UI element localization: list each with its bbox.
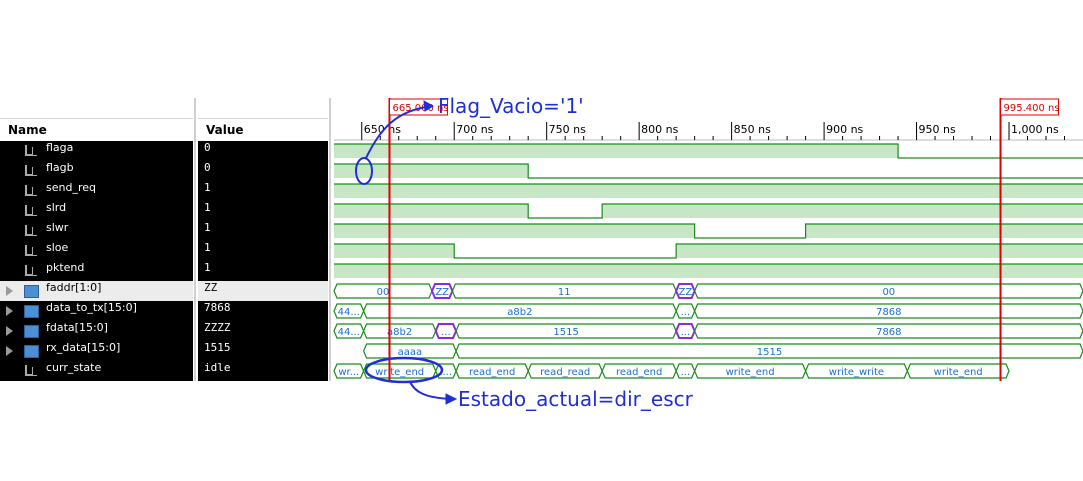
bus-value-label: aaaa: [398, 347, 423, 358]
time-ruler: [334, 118, 1083, 140]
bus-value-label: write_end: [934, 367, 983, 378]
bus-value-label: 44...: [338, 307, 360, 318]
ruler-tick-label: 800 ns: [641, 123, 678, 136]
bus-value-label: write_end: [375, 367, 424, 378]
wave-high-fill: [334, 264, 1083, 278]
bus-value-label: ZZ: [435, 287, 449, 298]
bus-value-label: write_end: [726, 367, 775, 378]
bus-value-label: ZZ: [679, 287, 693, 298]
bus-value-label: read_end: [616, 367, 662, 378]
arrow-head-icon: [445, 393, 458, 405]
bus-value-label: ...: [441, 327, 451, 338]
bus-value-label: write_write: [829, 367, 884, 378]
annotation-estado-actual: Estado_actual=dir_escr: [458, 387, 693, 411]
wave-high-fill: [334, 244, 455, 258]
bus-value-label: 44...: [338, 327, 360, 338]
bus-value-label: read_read: [540, 367, 590, 378]
wave-high-fill: [334, 144, 899, 158]
bus-value-label: 00: [377, 287, 390, 298]
bus-value-label: 11: [558, 287, 571, 298]
ruler-tick-label: 950 ns: [919, 123, 956, 136]
wave-high-fill: [805, 224, 1083, 238]
annotation-flag-vacio: Flag_Vacio='1': [438, 94, 584, 118]
bus-value-label: 1515: [757, 347, 782, 358]
time-cursor-label: 995.400 ns: [1004, 103, 1060, 114]
ruler-tick-label: 1,000 ns: [1011, 123, 1059, 136]
bus-value-label: a8b2: [387, 327, 412, 338]
ruler-tick-label: 750 ns: [549, 123, 586, 136]
bus-value-label: a8b2: [507, 307, 532, 318]
ruler-tick-label: 900 ns: [826, 123, 863, 136]
wave-high-fill: [334, 164, 529, 178]
ruler-tick-label: 850 ns: [734, 123, 771, 136]
bus-value-label: ...: [681, 327, 691, 338]
bus-value-label: 7868: [876, 327, 901, 338]
wave-high-fill: [334, 184, 1083, 198]
bus-value-label: ...: [681, 367, 691, 378]
ruler-tick-label: 700 ns: [456, 123, 493, 136]
bus-value-label: 7868: [876, 307, 901, 318]
wave-high-fill: [334, 204, 529, 218]
wave-high-fill: [676, 244, 1083, 258]
bus-value-label: read_end: [469, 367, 515, 378]
wave-high-fill: [334, 224, 695, 238]
ruler-tick-label: 650 ns: [364, 123, 401, 136]
bus-value-label: 00: [882, 287, 895, 298]
bus-value-label: ...: [681, 307, 691, 318]
bus-value-label: 1515: [553, 327, 578, 338]
wave-high-fill: [602, 204, 1083, 218]
bus-value-label: wr...: [338, 367, 359, 378]
